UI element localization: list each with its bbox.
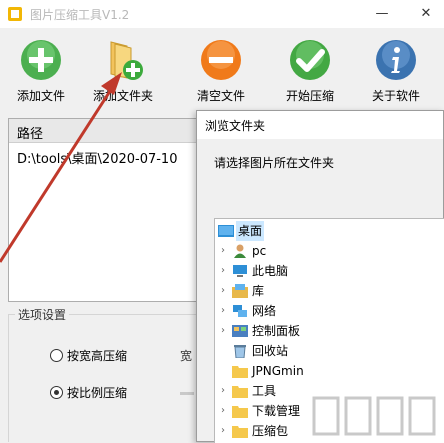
control-panel-icon bbox=[232, 325, 248, 337]
chevron-right-icon[interactable]: › bbox=[218, 281, 228, 301]
app-logo-icon bbox=[8, 7, 22, 21]
computer-icon bbox=[233, 265, 247, 277]
library-icon bbox=[232, 284, 248, 298]
clear-files-icon bbox=[201, 40, 241, 80]
tree-item-label: 网络 bbox=[252, 304, 277, 318]
radio-width-height[interactable]: 按宽高压缩 bbox=[50, 347, 127, 364]
radio-width-height-circle[interactable] bbox=[50, 349, 63, 362]
options-group: 选项设置 bbox=[8, 306, 204, 442]
radio-ratio-circle[interactable] bbox=[50, 386, 63, 399]
tree-item-label: 控制面板 bbox=[252, 324, 301, 338]
app-window: 图片压缩工具V1.2 — ✕ 添加文件 添加文件夹 清空文件 开始压缩 关于软件… bbox=[0, 0, 444, 443]
width-label: 宽 bbox=[180, 349, 193, 363]
tree-item-desktop[interactable]: 桌面 bbox=[215, 221, 444, 241]
tree-item-label: 下载管理 bbox=[252, 404, 301, 418]
window-title: 图片压缩工具V1.2 bbox=[30, 8, 130, 22]
list-header: 路径 bbox=[9, 119, 203, 143]
add-file-button[interactable]: 添加文件 bbox=[6, 38, 76, 104]
list-item[interactable]: D:\tools\桌面\2020-07-10 bbox=[17, 148, 177, 167]
add-file-icon bbox=[21, 40, 61, 80]
add-folder-label: 添加文件夹 bbox=[92, 89, 153, 103]
ratio-slider-track[interactable] bbox=[180, 392, 194, 395]
start-compress-icon bbox=[290, 40, 330, 80]
tree-item-label: 库 bbox=[252, 284, 265, 298]
radio-ratio-label: 按比例压缩 bbox=[67, 386, 128, 400]
chevron-right-icon[interactable]: › bbox=[218, 381, 228, 401]
folder-icon bbox=[232, 406, 248, 418]
add-folder-button[interactable]: 添加文件夹 bbox=[88, 38, 158, 104]
user-icon bbox=[234, 244, 246, 258]
add-file-label: 添加文件 bbox=[16, 89, 65, 103]
tree-item-label: pc bbox=[252, 244, 267, 258]
add-folder-icon bbox=[110, 41, 143, 80]
desktop-icon bbox=[218, 225, 234, 237]
tree-item-label: 桌面 bbox=[236, 221, 265, 241]
network-icon bbox=[233, 305, 247, 317]
chevron-right-icon[interactable]: › bbox=[218, 261, 228, 281]
tree-item-this-pc[interactable]: › 此电脑 bbox=[215, 261, 444, 281]
start-compress-label: 开始压缩 bbox=[285, 89, 334, 103]
tree-item-network[interactable]: › 网络 bbox=[215, 301, 444, 321]
chevron-right-icon[interactable]: › bbox=[218, 401, 228, 421]
folder-icon bbox=[232, 386, 248, 398]
start-compress-button[interactable]: 开始压缩 bbox=[275, 38, 345, 104]
path-column-header[interactable]: 路径 bbox=[17, 123, 43, 142]
info-icon bbox=[376, 40, 416, 80]
tree-item-label: 回收站 bbox=[252, 344, 289, 358]
tree-item-library[interactable]: › 库 bbox=[215, 281, 444, 301]
title-bar: 图片压缩工具V1.2 — ✕ bbox=[0, 0, 444, 28]
tree-item-control-panel[interactable]: › 控制面板 bbox=[215, 321, 444, 341]
tree-item-pc[interactable]: › pc bbox=[215, 241, 444, 261]
close-button[interactable]: ✕ bbox=[408, 0, 444, 28]
radio-ratio[interactable]: 按比例压缩 bbox=[50, 384, 127, 401]
dialog-title: 浏览文件夹 bbox=[205, 119, 266, 133]
tree-item-label: 此电脑 bbox=[252, 264, 289, 278]
clear-files-label: 清空文件 bbox=[196, 89, 245, 103]
dialog-prompt: 请选择图片所在文件夹 bbox=[214, 156, 335, 170]
tree-item-recycle-bin[interactable]: 回收站 bbox=[215, 341, 444, 361]
clear-files-button[interactable]: 清空文件 bbox=[186, 38, 256, 104]
tree-item-label: 压缩包 bbox=[252, 424, 289, 438]
tree-item-label: 工具 bbox=[252, 384, 277, 398]
chevron-right-icon[interactable]: › bbox=[218, 321, 228, 341]
about-label: 关于软件 bbox=[371, 89, 420, 103]
radio-width-height-label: 按宽高压缩 bbox=[67, 349, 128, 363]
chevron-right-icon[interactable]: › bbox=[218, 421, 228, 441]
recycle-bin-icon bbox=[234, 345, 246, 358]
watermark-logo bbox=[312, 396, 436, 436]
file-list[interactable]: 路径 D:\tools\桌面\2020-07-10 bbox=[8, 118, 204, 302]
folder-icon bbox=[232, 426, 248, 438]
chevron-right-icon[interactable]: › bbox=[218, 301, 228, 321]
tree-item-jpngmin[interactable]: JPNGmin bbox=[215, 361, 444, 381]
dialog-title-bar: 浏览文件夹 bbox=[197, 111, 443, 139]
options-legend: 选项设置 bbox=[15, 306, 70, 323]
toolbar: 添加文件 添加文件夹 清空文件 开始压缩 关于软件 bbox=[0, 28, 444, 110]
about-button[interactable]: 关于软件 bbox=[361, 38, 431, 104]
chevron-right-icon[interactable]: › bbox=[218, 241, 228, 261]
tree-item-label: JPNGmin bbox=[252, 364, 304, 378]
folder-icon bbox=[232, 366, 248, 378]
minimize-button[interactable]: — bbox=[364, 0, 400, 28]
